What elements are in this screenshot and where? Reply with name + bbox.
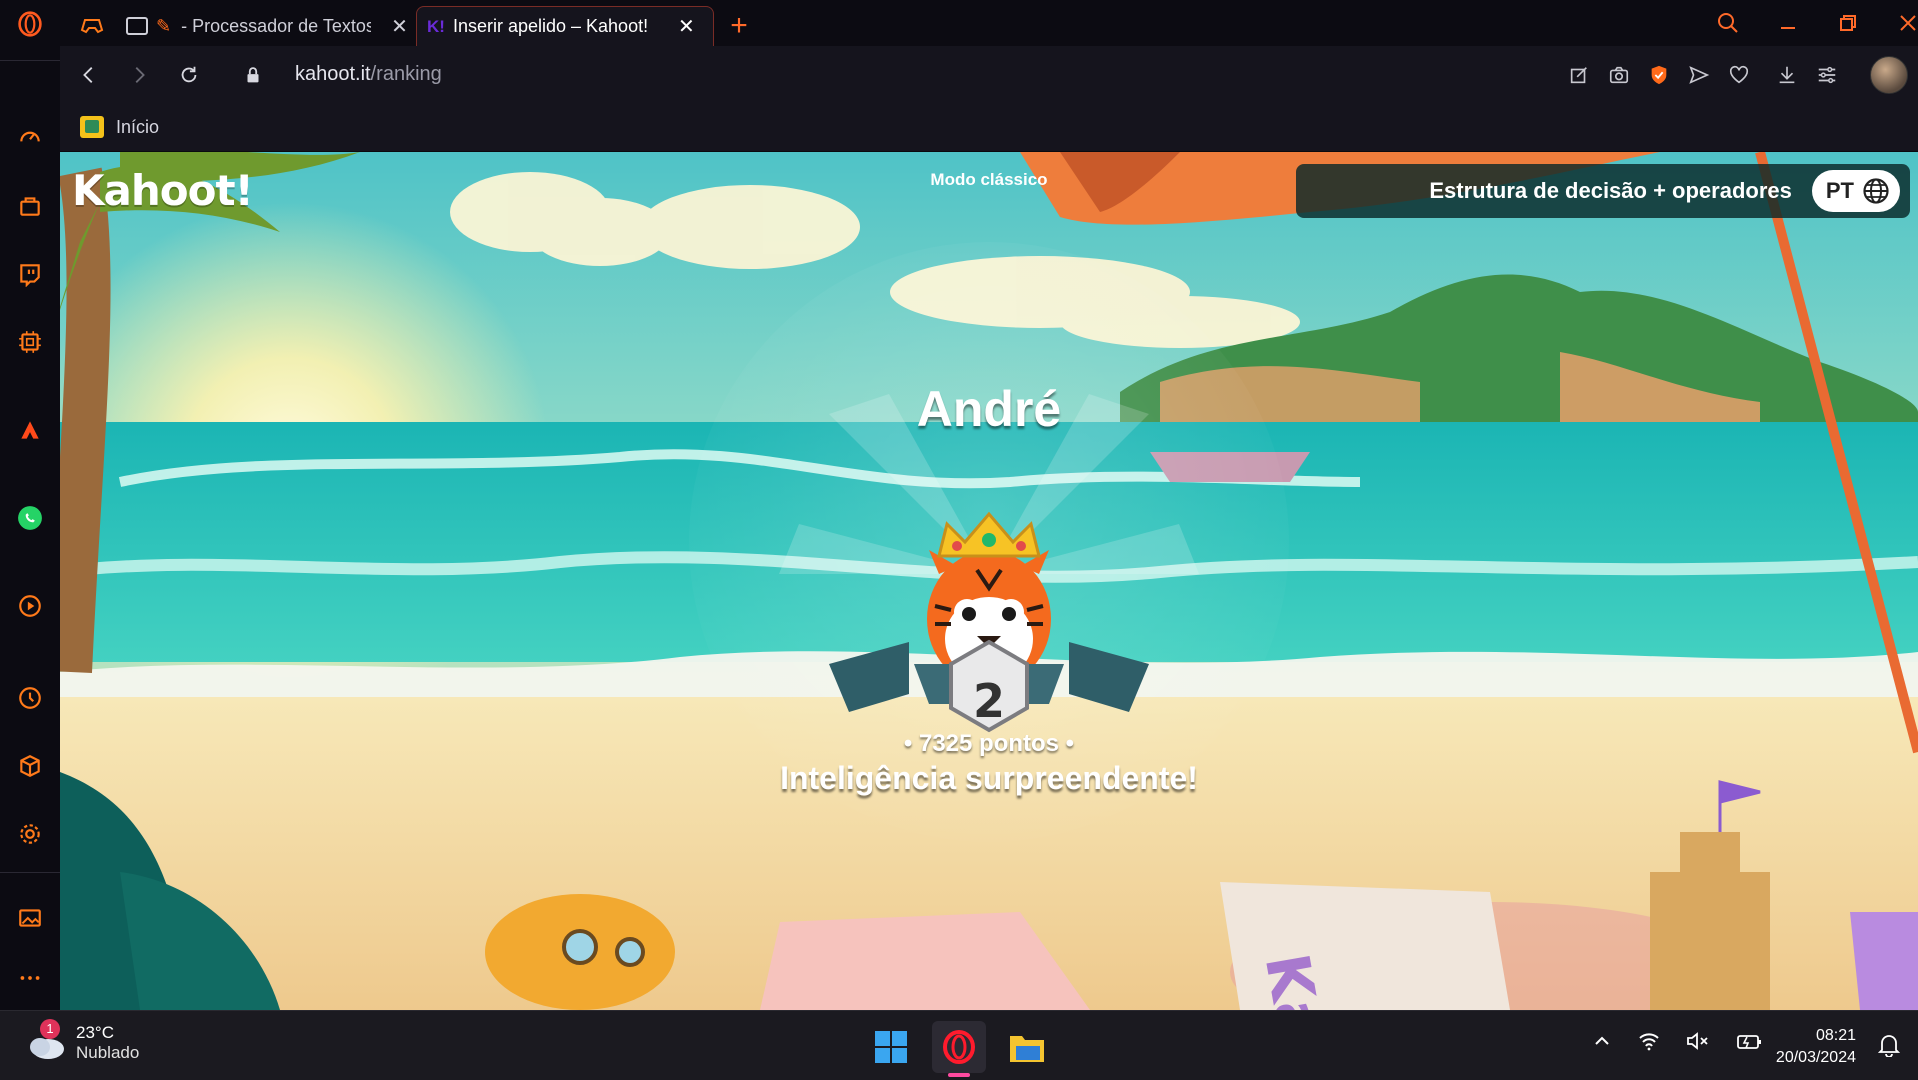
- kahoot-favicon: K!: [427, 16, 445, 36]
- rank-number: 2: [973, 674, 1005, 728]
- close-tab-icon[interactable]: ✕: [678, 14, 695, 39]
- system-tray: [1592, 1031, 1762, 1051]
- new-tab-button[interactable]: +: [722, 6, 756, 46]
- url-path: /ranking: [370, 63, 442, 85]
- easy-setup-icon[interactable]: [1812, 60, 1842, 90]
- settings-icon[interactable]: [10, 814, 50, 854]
- camera-icon[interactable]: [1604, 60, 1634, 90]
- opera-taskbar-icon[interactable]: [932, 1021, 986, 1077]
- globe-icon: [1863, 178, 1889, 204]
- adblock-shield-icon[interactable]: [1644, 60, 1674, 90]
- game-mode-icon[interactable]: [74, 6, 110, 46]
- classroom-icon: [80, 116, 104, 138]
- reload-button[interactable]: [174, 60, 204, 90]
- twitch-icon[interactable]: [10, 254, 50, 294]
- shopping-icon[interactable]: [10, 186, 50, 226]
- taskbar-clock[interactable]: 08:21 20/03/2024: [1776, 1025, 1856, 1069]
- quiz-title: Estrutura de decisão + operadores: [1429, 178, 1792, 203]
- kahoot-ranking-page: Kaho Kahoot! Modo clássico Estrutura de …: [60, 152, 1918, 1010]
- tab-title: - Processador de Textos: [181, 15, 372, 36]
- forward-button[interactable]: [124, 60, 154, 90]
- address-field[interactable]: kahoot.it/ranking: [295, 63, 442, 86]
- send-icon[interactable]: [1684, 60, 1714, 90]
- windows-taskbar: 1 23°C Nublado 08:21 20/03/2024: [0, 1010, 1918, 1080]
- tab-text-processor[interactable]: ✎ - Processador de Textos ✕: [120, 6, 460, 46]
- tab-bar: ✎ - Processador de Textos ✕ K! Inserir a…: [60, 0, 1918, 46]
- lock-icon[interactable]: [238, 60, 268, 90]
- weather-condition: Nublado: [76, 1043, 140, 1062]
- tab-title: Inserir apelido – Kahoot!: [452, 16, 649, 36]
- quiz-title-bar: Estrutura de decisão + operadores PT: [1296, 164, 1910, 218]
- clock-time: 08:21: [1815, 1027, 1856, 1044]
- battery-icon[interactable]: [1736, 1031, 1762, 1051]
- notification-bell-icon[interactable]: [1877, 1033, 1901, 1062]
- edit-share-icon[interactable]: [1564, 60, 1594, 90]
- start-button[interactable]: [864, 1021, 918, 1073]
- player-icon[interactable]: [10, 586, 50, 626]
- bookmark-inicio[interactable]: Início: [80, 116, 159, 138]
- cloud-icon: 1: [26, 1019, 66, 1061]
- restore-button[interactable]: [1828, 6, 1868, 40]
- address-toolbar: kahoot.it/ranking: [60, 46, 1918, 104]
- chevron-up-icon[interactable]: [1592, 1031, 1612, 1051]
- tab-kahoot[interactable]: K! Inserir apelido – Kahoot! ✕: [416, 6, 714, 46]
- language-button[interactable]: PT: [1811, 170, 1900, 212]
- aria-icon[interactable]: [10, 410, 50, 450]
- weather-temp: 23°C: [76, 1023, 114, 1042]
- close-window-button[interactable]: [1888, 6, 1918, 40]
- chip-icon[interactable]: [10, 322, 50, 362]
- download-icon[interactable]: [1772, 60, 1802, 90]
- clock-date: 20/03/2024: [1775, 1049, 1856, 1066]
- bookmarks-bar: Início: [60, 104, 1918, 152]
- speed-dial-icon[interactable]: [10, 116, 50, 156]
- close-tab-icon[interactable]: ✕: [391, 14, 408, 39]
- opera-menu-icon[interactable]: [10, 4, 50, 44]
- whatsapp-icon[interactable]: [10, 498, 50, 538]
- score-points: • 7325 pontos •: [903, 730, 1075, 757]
- back-button[interactable]: [74, 60, 104, 90]
- profile-avatar[interactable]: [1870, 56, 1908, 94]
- pencil-icon: ✎: [156, 15, 172, 36]
- extensions-icon[interactable]: [10, 746, 50, 786]
- workspace-icon: [126, 17, 148, 35]
- search-tabs-icon[interactable]: [1708, 6, 1748, 40]
- bookmark-label: Início: [116, 116, 160, 137]
- player-avatar: 2: [689, 374, 1289, 734]
- more-icon[interactable]: [10, 958, 50, 998]
- heart-icon[interactable]: [1724, 60, 1754, 90]
- history-icon[interactable]: [10, 678, 50, 718]
- minimize-button[interactable]: [1768, 6, 1808, 40]
- file-explorer-icon[interactable]: [1000, 1021, 1054, 1073]
- volume-muted-icon[interactable]: [1686, 1031, 1710, 1051]
- wifi-icon[interactable]: [1638, 1031, 1660, 1051]
- result-message: Inteligência surpreendente!: [780, 760, 1198, 796]
- opera-sidebar: [0, 0, 60, 1010]
- language-code: PT: [1825, 178, 1854, 203]
- wallpaper-icon[interactable]: [10, 898, 50, 938]
- weather-widget[interactable]: 1 23°C Nublado: [26, 1019, 140, 1063]
- notification-badge: 1: [40, 1019, 60, 1039]
- url-host: kahoot.it: [295, 63, 371, 85]
